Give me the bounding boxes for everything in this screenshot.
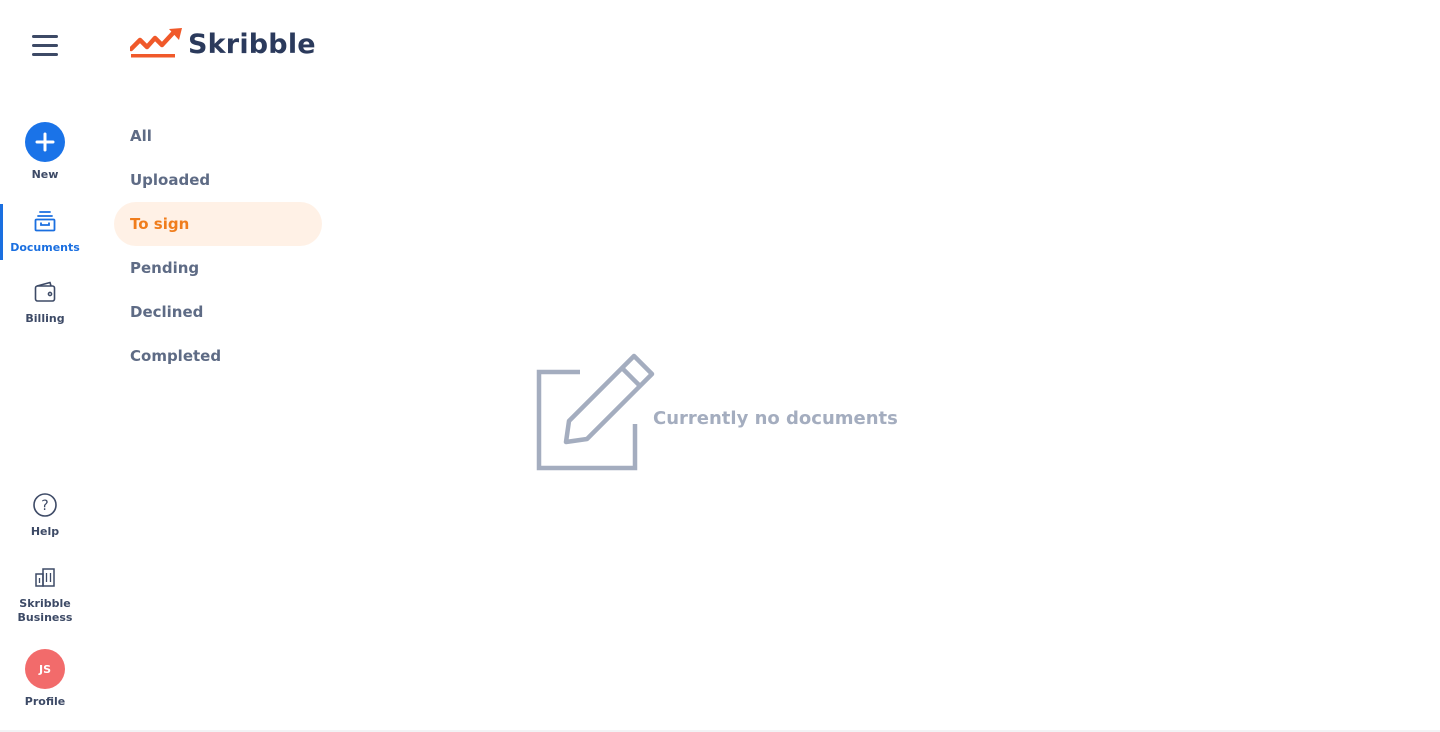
rail-help-button[interactable]: ? Help: [0, 491, 90, 539]
rail-business-label-line1: Skribble: [19, 597, 71, 610]
documents-icon: [31, 207, 59, 235]
avatar: JS: [25, 649, 65, 689]
plus-icon: [25, 122, 65, 162]
logo-mark-icon: [130, 28, 182, 58]
rail-business-label-line2: Business: [17, 611, 73, 624]
building-icon: [31, 563, 59, 591]
subnav-completed[interactable]: Completed: [114, 334, 322, 378]
rail-documents-button[interactable]: Documents: [0, 207, 90, 255]
rail-profile-button[interactable]: JS Profile: [0, 649, 90, 709]
logo[interactable]: Skribble: [130, 27, 316, 61]
rail-business-button[interactable]: Skribble Business: [0, 563, 90, 625]
help-icon: ?: [31, 491, 59, 519]
subnav-to-sign[interactable]: To sign: [114, 202, 322, 246]
subnav-pending[interactable]: Pending: [114, 246, 322, 290]
logo-text: Skribble: [188, 28, 316, 60]
svg-text:?: ?: [41, 498, 48, 514]
rail-documents-label: Documents: [10, 241, 80, 254]
rail-billing-label: Billing: [25, 312, 65, 325]
rail-new-button[interactable]: New: [0, 122, 90, 182]
rail-billing-button[interactable]: Billing: [0, 278, 90, 326]
rail-profile-label: Profile: [24, 695, 66, 708]
subnav-uploaded[interactable]: Uploaded: [114, 158, 322, 202]
menu-icon[interactable]: [32, 35, 58, 56]
subnav-declined[interactable]: Declined: [114, 290, 322, 334]
rail-new-label: New: [31, 168, 59, 181]
edit-document-icon: [536, 353, 655, 471]
rail-help-label: Help: [30, 525, 60, 538]
app-root: Skribble New Documents Billing ? Help Sk…: [0, 0, 1440, 732]
subnav-all[interactable]: All: [114, 114, 322, 158]
wallet-icon: [31, 278, 59, 306]
empty-state-message: Currently no documents: [653, 408, 898, 429]
rail-business-label: Skribble Business: [18, 597, 73, 625]
